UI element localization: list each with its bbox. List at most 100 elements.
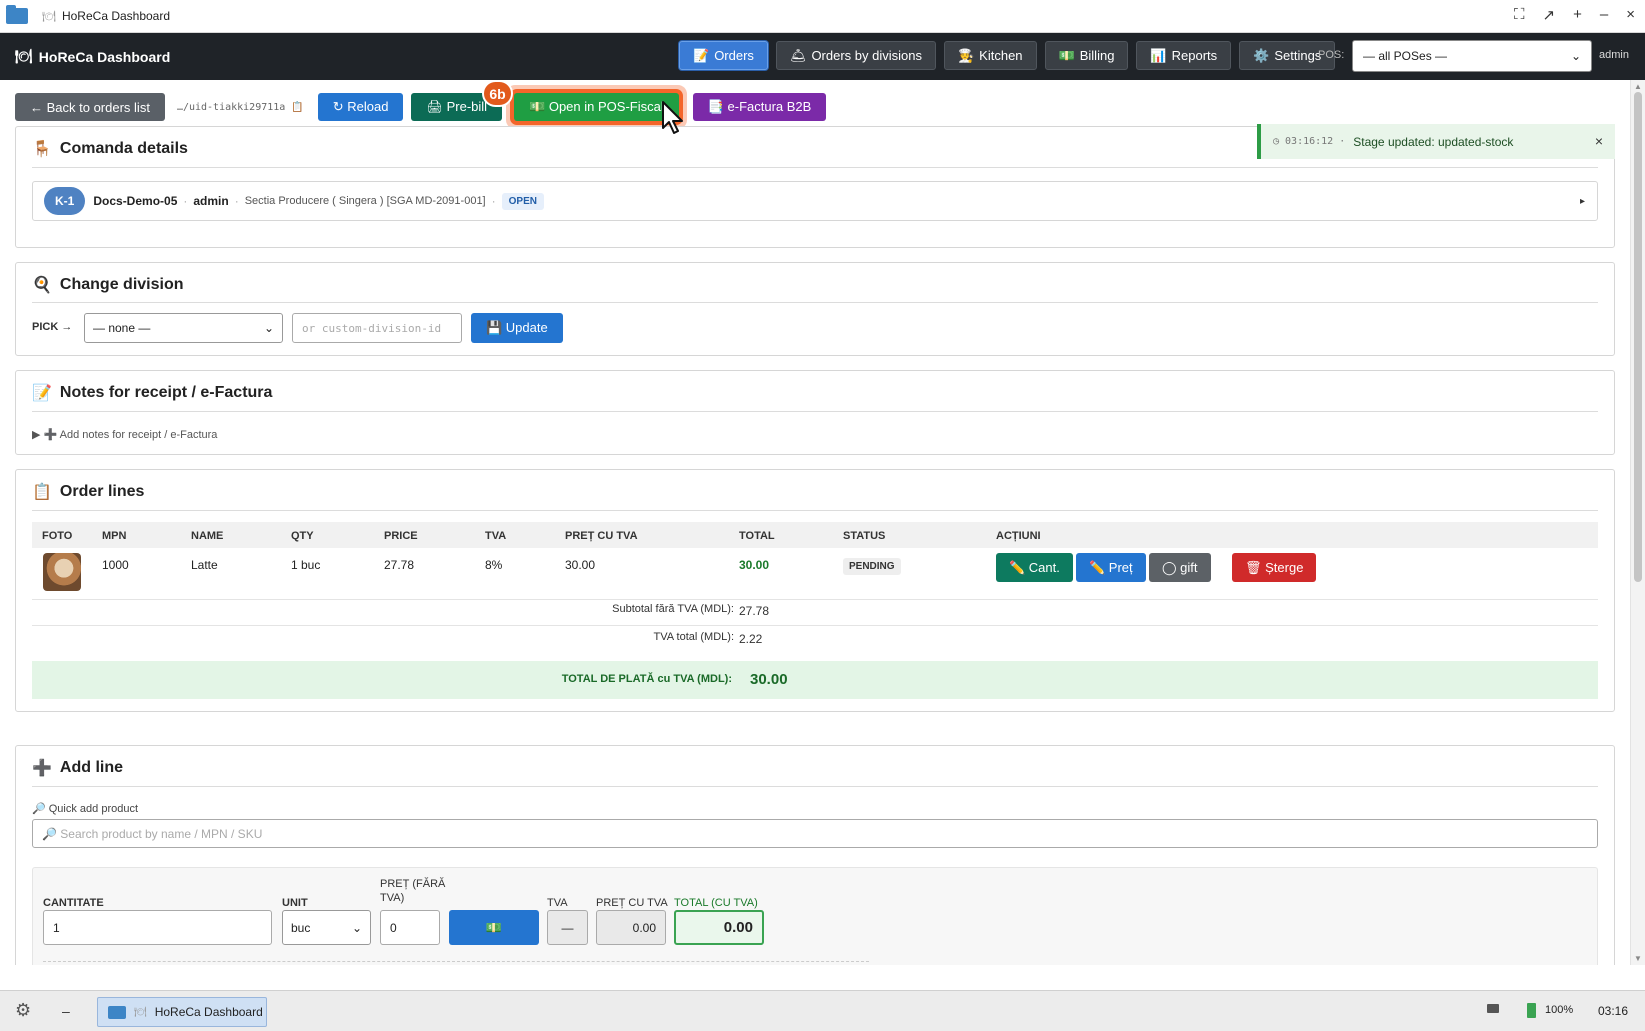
- clipboard-icon[interactable]: 📋: [291, 102, 303, 113]
- minimize-icon[interactable]: –: [62, 1003, 70, 1019]
- reload-button[interactable]: ↻ Reload: [317, 93, 404, 121]
- pos-select-value: — all POSes —: [1363, 49, 1448, 63]
- cell-pret-tva: 30.00: [565, 558, 596, 572]
- clock[interactable]: 03:16: [1598, 1004, 1628, 1018]
- back-button[interactable]: ← Back to orders list: [15, 93, 165, 121]
- efactura-b2b-button[interactable]: 📑 e-Factura B2B: [692, 93, 827, 121]
- col-actiuni: ACȚIUNI: [996, 530, 1041, 542]
- chevron-down-icon: ⌄: [1570, 49, 1581, 63]
- subtotal-label: Subtotal fără TVA (MDL):: [612, 603, 734, 615]
- total-field: 0.00: [674, 910, 764, 945]
- pos-select[interactable]: — all POSes — ⌄: [1352, 40, 1592, 72]
- quantity-input[interactable]: 1: [43, 910, 272, 945]
- product-search-input[interactable]: 🔎 Search product by name / MPN / SKU: [32, 819, 1598, 848]
- expand-icon[interactable]: ▸: [1580, 196, 1585, 207]
- order-summary-row[interactable]: K-1 Docs-Demo-05 · admin · Sectia Produc…: [32, 181, 1598, 221]
- status-badge: OPEN: [501, 192, 544, 210]
- battery-icon[interactable]: [1527, 1003, 1536, 1018]
- addline-title: Add line: [59, 759, 124, 776]
- panel-title: 📝 Notes for receipt / e-Factura: [32, 383, 272, 403]
- pret-label: PREȚ (FĂRĂ: [380, 878, 446, 890]
- open-pos-fiscal-button[interactable]: 💵 Open in POS-Fiscal: [514, 93, 679, 121]
- money-button[interactable]: 💵: [449, 910, 539, 945]
- money-icon: 💵: [1058, 47, 1075, 63]
- scroll-up-icon[interactable]: ▲: [1634, 82, 1642, 91]
- quick-add-label: 🔎 Quick add product: [32, 803, 139, 815]
- close-icon[interactable]: ×: [1626, 6, 1635, 24]
- folder-icon: [6, 5, 28, 24]
- pret-tva-value: 0.00: [632, 920, 656, 935]
- panel-title: 📋 Order lines: [32, 482, 144, 502]
- col-qty: QTY: [291, 530, 314, 542]
- step-badge: 6b: [482, 80, 513, 107]
- divider: [32, 167, 1598, 168]
- pret-tva-label: PREȚ CU TVA: [596, 897, 668, 909]
- custom-division-input[interactable]: or custom-division-id: [292, 313, 462, 343]
- fullscreen-icon[interactable]: ⛶: [1514, 6, 1525, 24]
- divider: [32, 302, 1598, 303]
- divider: [32, 411, 1598, 412]
- nav-orders-by-divisions[interactable]: 🛎 Orders by divisions: [775, 41, 936, 70]
- order-user: admin: [193, 194, 229, 208]
- action-bar: ← Back to orders list …/uid-tiakki29711a…: [15, 93, 827, 121]
- clipboard-icon: 📋: [32, 484, 52, 501]
- tva-value: —: [561, 920, 574, 935]
- order-lines-table: FOTO MPN NAME QTY PRICE TVA PREȚ CU TVA …: [32, 522, 1598, 600]
- nav-orders[interactable]: 📝 Orders: [679, 41, 768, 70]
- scrollbar[interactable]: ▲ ▼: [1630, 80, 1645, 965]
- update-button[interactable]: 💾 Update: [471, 313, 563, 343]
- edit-price-button[interactable]: ✏️ Preț: [1076, 553, 1146, 582]
- custom-division-placeholder: or custom-division-id: [302, 321, 442, 335]
- grand-total-value: 30.00: [750, 671, 788, 688]
- panel-title: 🪑 Comanda details: [32, 139, 188, 159]
- nav-label: Reports: [1171, 48, 1218, 63]
- total-label: TOTAL (CU TVA): [674, 897, 758, 909]
- divider: [32, 786, 1598, 787]
- status-badge: PENDING: [843, 558, 901, 575]
- toast-time: ◷ 03:16:12: [1273, 136, 1334, 147]
- col-price: PRICE: [384, 530, 418, 542]
- col-foto: FOTO: [42, 530, 73, 542]
- nav-label: Billing: [1079, 48, 1115, 63]
- gift-button[interactable]: ◯ gift: [1149, 553, 1211, 582]
- gear-icon[interactable]: ⚙: [15, 1000, 31, 1021]
- price-input[interactable]: 0: [380, 910, 440, 945]
- unit-select[interactable]: buc ⌄: [282, 910, 371, 945]
- taskbar-item-horeca[interactable]: 🍽 HoReCa Dashboard: [97, 997, 267, 1027]
- price-value: 0: [390, 920, 397, 935]
- scroll-down-icon[interactable]: ▼: [1634, 954, 1642, 963]
- quantity-value: 1: [53, 920, 60, 935]
- gear-icon: ⚙️: [1253, 47, 1270, 63]
- user-name[interactable]: admin: [1599, 49, 1629, 61]
- plus-icon[interactable]: +: [1573, 6, 1582, 24]
- col-total: TOTAL: [739, 530, 775, 542]
- nav-kitchen[interactable]: 🧑‍🍳 Kitchen: [943, 41, 1037, 70]
- tva-label: TVA: [547, 897, 568, 909]
- close-icon[interactable]: ×: [1595, 133, 1603, 149]
- nav-label: Orders by divisions: [811, 48, 922, 63]
- comanda-panel: 🪑 Comanda details ◷ 03:16:12 · Stage upd…: [15, 124, 1615, 248]
- division-select[interactable]: — none — ⌄: [84, 313, 283, 343]
- add-notes-toggle[interactable]: ▶ ➕ Add notes for receipt / e-Factura: [32, 428, 217, 441]
- edit-quantity-button[interactable]: ✏️ Cant.: [996, 553, 1073, 582]
- folder-icon: [108, 1005, 126, 1019]
- mouse-cursor-icon: [662, 101, 683, 134]
- table-header: FOTO MPN NAME QTY PRICE TVA PREȚ CU TVA …: [32, 522, 1598, 548]
- cell-total: 30.00: [739, 558, 770, 572]
- nav-reports[interactable]: 📊 Reports: [1136, 41, 1232, 70]
- col-tva: TVA: [485, 530, 507, 542]
- battery-level: 100%: [1545, 1004, 1574, 1016]
- total-value: 0.00: [723, 919, 753, 936]
- col-name: NAME: [191, 530, 224, 542]
- restore-icon[interactable]: ↗: [1543, 6, 1556, 24]
- delete-button[interactable]: 🗑 Șterge: [1232, 553, 1317, 582]
- network-icon[interactable]: [1487, 1004, 1499, 1013]
- minimize-icon[interactable]: –: [1600, 6, 1608, 24]
- addline-panel: ➕ Add line 🔎 Quick add product 🔎 Search …: [15, 745, 1615, 965]
- tva-total-label: TVA total (MDL):: [653, 631, 734, 643]
- brand[interactable]: 🍽 HoReCa Dashboard: [15, 48, 170, 65]
- plate-icon: 🍽: [15, 48, 33, 64]
- nav-billing[interactable]: 💵 Billing: [1044, 41, 1129, 70]
- chevron-down-icon: ⌄: [351, 920, 362, 935]
- scrollbar-thumb[interactable]: [1634, 92, 1642, 582]
